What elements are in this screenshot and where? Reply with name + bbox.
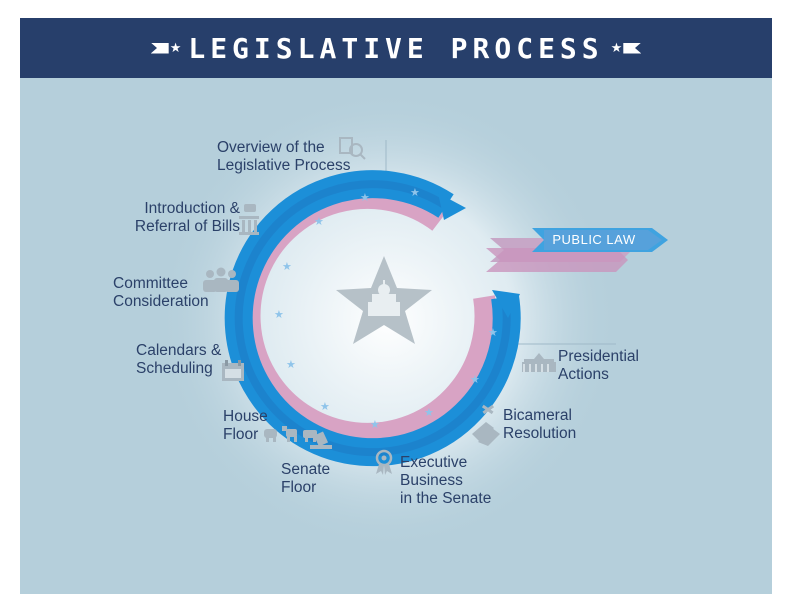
step-label: Bicameral Resolution	[503, 407, 577, 442]
ring-star: ★	[282, 261, 292, 273]
ring-star: ★	[470, 374, 480, 386]
step-label: Executive Business in the Senate	[400, 454, 492, 507]
ring-star: ★	[488, 327, 498, 339]
ring-star: ★	[424, 407, 434, 419]
ring-star: ★	[320, 401, 330, 413]
step-presidential-actions[interactable]: Presidential Actions	[558, 348, 639, 384]
public-law-label[interactable]: PUBLIC LAW	[546, 230, 642, 250]
ring-star: ★	[314, 216, 324, 228]
ring-star: ★	[274, 309, 284, 321]
ring-star: ★	[370, 419, 380, 431]
step-label: Senate Floor	[281, 461, 331, 496]
step-label: Committee Consideration	[113, 275, 209, 310]
step-label: House Floor	[223, 408, 268, 443]
step-label: Calendars & Scheduling	[136, 342, 222, 377]
step-senate-floor[interactable]: Senate Floor	[281, 461, 330, 497]
ring-star: ★	[410, 187, 420, 199]
step-introduction-referral[interactable]: Introduction & Referral of Bills	[116, 200, 240, 236]
step-house-floor[interactable]: House Floor	[223, 408, 268, 444]
step-committee-consideration[interactable]: Committee Consideration	[113, 275, 209, 311]
step-label: Overview of the Legislative Process	[217, 139, 351, 174]
step-calendars-scheduling[interactable]: Calendars & Scheduling	[136, 342, 221, 378]
legislative-process-card: ★ LEGISLATIVE PROCESS ★ ★ ★ ★ ★ ★ ★ ★ ★ …	[20, 18, 772, 594]
calendar-icon	[222, 360, 244, 381]
step-executive-business[interactable]: Executive Business in the Senate	[400, 454, 491, 508]
ring-star: ★	[286, 359, 296, 371]
step-label: Presidential Actions	[558, 348, 639, 383]
step-label: Introduction & Referral of Bills	[134, 200, 240, 235]
ring-star: ★	[360, 192, 370, 204]
step-bicameral-resolution[interactable]: Bicameral Resolution	[503, 407, 576, 443]
step-overview[interactable]: Overview of the Legislative Process	[217, 139, 351, 175]
